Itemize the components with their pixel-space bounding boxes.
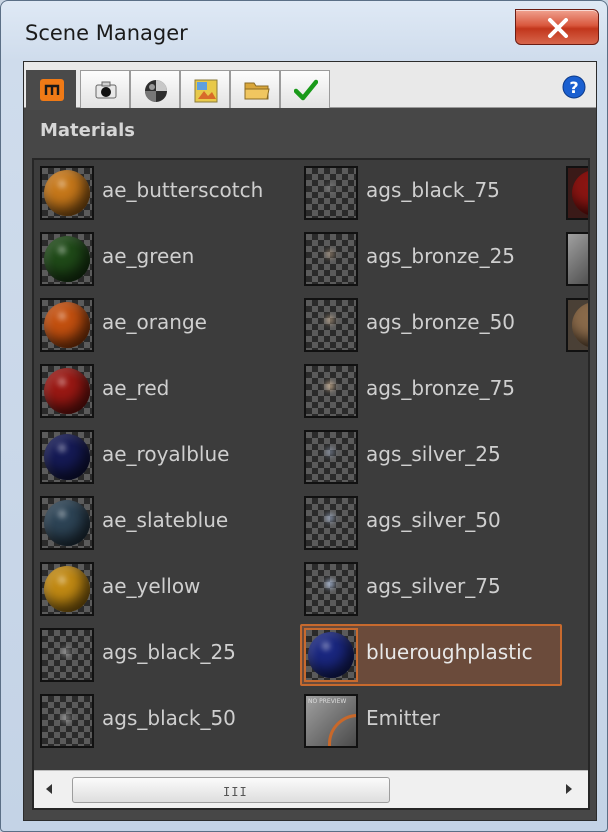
materials-grid-frame: ae_butterscotch ae_green ae_orange ae_re… [32, 158, 590, 810]
material-item[interactable]: ags_bronze_75 [300, 360, 562, 422]
material-thumbnail [40, 364, 94, 418]
horizontal-scrollbar[interactable]: III [34, 770, 588, 808]
tab-check[interactable] [280, 70, 330, 108]
camera-icon [95, 81, 117, 99]
material-sphere [44, 302, 90, 348]
check-icon [294, 79, 318, 101]
material-thumbnail [304, 364, 358, 418]
tab-renderer[interactable] [180, 70, 230, 108]
material-item[interactable]: ae_green [36, 228, 298, 290]
svg-text:?: ? [569, 78, 578, 97]
material-sphere [44, 170, 90, 216]
no-preview-thumbnail: NO PREVIEW [304, 694, 358, 748]
tab-materials[interactable] [26, 70, 76, 110]
material-label: ags_bronze_50 [366, 310, 516, 334]
material-sphere [44, 236, 90, 282]
material-sphere [308, 632, 354, 678]
material-label: ags_black_50 [102, 706, 236, 730]
material-item[interactable]: ags_bronze_25 [300, 228, 562, 290]
material-label: ags_bronze_25 [366, 244, 516, 268]
material-label: ae_slateblue [102, 508, 229, 532]
material-label: ags_silver_25 [366, 442, 501, 466]
material-item[interactable]: NO PREVIEW Emitter [300, 690, 562, 752]
scene-manager-window: Scene Manager ? Materials ae_butterscotc… [0, 0, 608, 832]
material-label: ae_royalblue [102, 442, 230, 466]
material-thumbnail-partial[interactable] [566, 232, 588, 286]
renderer-icon [194, 79, 218, 103]
help-icon[interactable]: ? [562, 75, 586, 99]
materials-icon [40, 79, 64, 101]
material-label: Emitter [366, 706, 440, 730]
material-thumbnail [40, 166, 94, 220]
material-thumbnail [40, 298, 94, 352]
material-label: ae_green [102, 244, 195, 268]
materials-grid: ae_butterscotch ae_green ae_orange ae_re… [34, 160, 588, 764]
title-bar[interactable]: Scene Manager [1, 1, 607, 59]
material-label: ae_orange [102, 310, 207, 334]
tab-folder[interactable] [230, 70, 280, 108]
scrollbar-grip: III [223, 785, 248, 799]
material-item[interactable]: ags_silver_75 [300, 558, 562, 620]
window-title: Scene Manager [25, 21, 188, 45]
material-item[interactable]: ae_red [36, 360, 298, 422]
material-thumbnail [40, 694, 94, 748]
material-item[interactable]: ae_butterscotch [36, 162, 298, 224]
no-preview-text: NO PREVIEW [308, 698, 347, 705]
material-item[interactable]: ags_bronze_50 [300, 294, 562, 356]
material-label: ags_silver_75 [366, 574, 501, 598]
tab-bar: ? [24, 62, 596, 110]
material-label: ags_black_75 [366, 178, 500, 202]
material-sphere [44, 368, 90, 414]
scene-manager-panel: ? Materials ae_butterscotch ae_green ae_… [23, 61, 597, 821]
material-label: ae_red [102, 376, 170, 400]
material-thumbnail [304, 562, 358, 616]
material-label: blueroughplastic [366, 640, 533, 664]
material-thumbnail [304, 628, 358, 682]
material-thumbnail-partial[interactable] [566, 298, 588, 352]
environment-sphere-icon [145, 80, 167, 102]
close-icon [548, 18, 568, 38]
material-item[interactable]: ae_slateblue [36, 492, 298, 554]
material-sphere [44, 434, 90, 480]
material-thumbnail [304, 430, 358, 484]
material-item[interactable]: ags_silver_25 [300, 426, 562, 488]
material-item[interactable]: ae_royalblue [36, 426, 298, 488]
material-item[interactable]: ae_yellow [36, 558, 298, 620]
scroll-left-arrow-icon[interactable] [44, 783, 54, 795]
material-item-selected[interactable]: blueroughplastic [300, 624, 562, 686]
material-thumbnail [40, 496, 94, 550]
material-label: ags_silver_50 [366, 508, 501, 532]
material-thumbnail-partial[interactable] [566, 166, 588, 220]
folder-icon [244, 82, 270, 100]
material-label: ae_yellow [102, 574, 201, 598]
material-label: ae_butterscotch [102, 178, 264, 202]
material-thumbnail [40, 232, 94, 286]
material-item[interactable]: ags_silver_50 [300, 492, 562, 554]
material-label: ags_black_25 [102, 640, 236, 664]
material-thumbnail [304, 166, 358, 220]
material-label: ags_bronze_75 [366, 376, 516, 400]
scrollbar-thumb[interactable]: III [72, 777, 390, 803]
material-item[interactable]: ags_black_75 [300, 162, 562, 224]
material-item[interactable]: ags_black_25 [36, 624, 298, 686]
material-item[interactable]: ae_orange [36, 294, 298, 356]
material-thumbnail [304, 496, 358, 550]
material-thumbnail [304, 232, 358, 286]
material-thumbnail [40, 562, 94, 616]
close-button[interactable] [515, 9, 599, 45]
material-item[interactable]: ags_black_50 [36, 690, 298, 752]
section-title: Materials [40, 120, 135, 141]
material-thumbnail [304, 298, 358, 352]
material-thumbnail [40, 628, 94, 682]
tab-camera[interactable] [80, 70, 130, 108]
material-sphere [44, 566, 90, 612]
scroll-right-arrow-icon[interactable] [564, 783, 574, 795]
tab-environment[interactable] [130, 70, 180, 108]
material-sphere [44, 500, 90, 546]
material-thumbnail [40, 430, 94, 484]
